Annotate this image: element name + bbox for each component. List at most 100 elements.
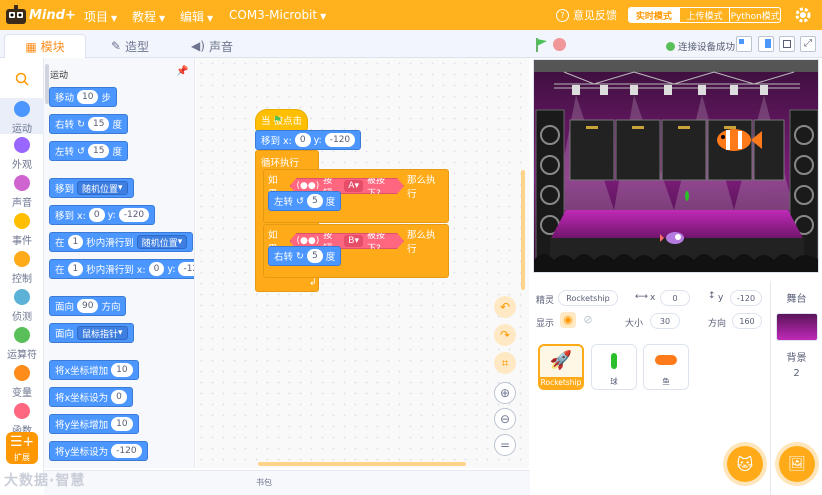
menu-project[interactable]: 项目 ▼ bbox=[84, 8, 117, 25]
number-input[interactable]: 1 bbox=[67, 235, 84, 249]
tab-blocks[interactable]: ▦ 模块 bbox=[4, 34, 86, 58]
number-input[interactable]: 15 bbox=[87, 117, 110, 131]
sprite-thumb-ball[interactable]: 球 bbox=[591, 344, 637, 390]
fullscreen-icon[interactable]: ⤢ bbox=[800, 36, 816, 52]
block-glide[interactable]: 在 1 秒内滑行到 随机位置 ▾ bbox=[49, 232, 194, 252]
dropdown[interactable]: A ▾ bbox=[344, 180, 363, 192]
block-turn-right[interactable]: 右转 ↻ 5 度 bbox=[268, 246, 342, 266]
zoom-out-icon[interactable]: ⊖ bbox=[494, 408, 516, 430]
number-input[interactable]: -120 bbox=[111, 444, 142, 458]
category-operators[interactable]: 运算符 bbox=[0, 327, 44, 361]
eye-hidden-icon[interactable]: ⊘ bbox=[580, 312, 596, 328]
block-glide-xy[interactable]: 在1秒内滑行到 x:0y:-12 bbox=[49, 259, 194, 279]
undo-icon[interactable]: ↶ bbox=[494, 296, 516, 318]
block-change-x[interactable]: 将x坐标增加 10 bbox=[49, 360, 139, 380]
block-goto-xy[interactable]: 移到 x: 0 y: -120 bbox=[49, 205, 156, 225]
number-input[interactable]: 1 bbox=[67, 262, 84, 276]
tab-sounds[interactable]: ◀) 声音 bbox=[172, 34, 252, 58]
crop-icon[interactable]: ⌗ bbox=[494, 352, 516, 374]
number-input[interactable]: 10 bbox=[111, 363, 133, 377]
normal-stage-icon[interactable] bbox=[758, 36, 774, 52]
zoom-reset-icon[interactable]: = bbox=[494, 434, 516, 456]
small-stage-icon[interactable] bbox=[736, 36, 752, 52]
feedback-button[interactable]: ? 意见反馈 bbox=[556, 7, 617, 23]
number-input[interactable]: 90 bbox=[77, 299, 99, 313]
add-backdrop-button[interactable]: 🖼 bbox=[779, 446, 815, 482]
extensions-button[interactable]: ☰+ 扩展 bbox=[6, 432, 38, 464]
mode-realtime[interactable]: 实时模式 bbox=[629, 8, 679, 22]
x-field[interactable]: 0 bbox=[660, 290, 690, 306]
number-input[interactable]: 0 bbox=[111, 390, 127, 404]
category-sound[interactable]: 声音 bbox=[0, 175, 44, 209]
pin-icon[interactable]: 📌 bbox=[176, 66, 188, 77]
block-goto-xy[interactable]: 移到 x: 0 y: -120 bbox=[255, 130, 362, 150]
sprite-thumb-rocketship[interactable]: 🚀 Rocketship bbox=[538, 344, 584, 390]
number-input[interactable]: 0 bbox=[294, 133, 311, 147]
add-sprite-button[interactable]: 🐱 bbox=[727, 446, 763, 482]
block-goto[interactable]: 移到 随机位置 ▾ bbox=[49, 178, 134, 198]
ball-sprite[interactable] bbox=[685, 191, 689, 201]
horizontal-scrollbar[interactable] bbox=[258, 462, 466, 466]
backpack-bar[interactable]: 书包 bbox=[44, 470, 530, 495]
stage-thumbnail[interactable] bbox=[775, 313, 818, 341]
size-field[interactable]: 30 bbox=[650, 313, 680, 329]
y-field[interactable]: -120 bbox=[730, 290, 762, 306]
number-input[interactable]: 5 bbox=[306, 194, 323, 208]
chevron-down-icon: ▼ bbox=[159, 14, 166, 23]
search-icon[interactable] bbox=[14, 71, 30, 87]
eye-icon[interactable]: ◉ bbox=[560, 312, 576, 328]
rotate-left-icon: ↺ bbox=[77, 145, 85, 157]
number-input[interactable]: 5 bbox=[306, 249, 323, 263]
block-set-x[interactable]: 将x坐标设为 0 bbox=[49, 387, 133, 407]
dropdown[interactable]: 鼠标指针 ▾ bbox=[77, 326, 128, 340]
number-input[interactable]: 10 bbox=[111, 417, 133, 431]
category-sensing[interactable]: 侦测 bbox=[0, 289, 44, 323]
category-looks[interactable]: 外观 bbox=[0, 137, 44, 171]
tab-costumes[interactable]: ✎ 造型 bbox=[90, 34, 170, 58]
block-turn-left[interactable]: 左转 ↺ 5 度 bbox=[268, 191, 342, 211]
menu-tutorial[interactable]: 教程 ▼ bbox=[132, 8, 165, 25]
green-flag-icon[interactable] bbox=[534, 37, 550, 53]
mode-python[interactable]: Python模式 bbox=[729, 8, 780, 22]
block-turn-left[interactable]: 左转 ↺ 15 度 bbox=[49, 141, 128, 161]
menu-edit[interactable]: 编辑 ▼ bbox=[180, 8, 213, 25]
number-input[interactable]: -12 bbox=[178, 262, 194, 276]
watermark: 大数据·智慧 bbox=[4, 473, 86, 489]
category-control[interactable]: 控制 bbox=[0, 251, 44, 285]
palette-title: 运动 bbox=[50, 71, 69, 81]
block-set-y[interactable]: 将y坐标设为 -120 bbox=[49, 441, 148, 461]
zoom-in-icon[interactable]: ⊕ bbox=[494, 382, 516, 404]
menu-device[interactable]: COM3-Microbit ▼ bbox=[229, 8, 326, 22]
number-input[interactable]: -120 bbox=[118, 208, 150, 222]
category-variables[interactable]: 变量 bbox=[0, 365, 44, 399]
number-input[interactable]: -120 bbox=[324, 133, 356, 147]
category-events[interactable]: 事件 bbox=[0, 213, 44, 247]
block-turn-right[interactable]: 右转 ↻ 15 度 bbox=[49, 114, 128, 134]
dropdown[interactable]: B ▾ bbox=[344, 235, 363, 247]
sprite-thumb-fish[interactable]: 鱼 bbox=[643, 344, 689, 390]
block-point-direction[interactable]: 面向 90 方向 bbox=[49, 296, 127, 316]
large-stage-icon[interactable] bbox=[779, 36, 795, 52]
microbit-icon: (●●) bbox=[296, 181, 320, 191]
category-menu: 运动 外观 声音 事件 控制 侦测 运算符 变量 函数 bbox=[0, 58, 44, 478]
stop-icon[interactable] bbox=[553, 38, 566, 51]
mode-upload[interactable]: 上传模式 bbox=[678, 8, 730, 22]
script-area[interactable]: 当 被点击 ⚑ 移到 x:0y:-120 循环执行 ↲ 如果 (●●)按钮A ▾… bbox=[196, 58, 529, 468]
block-move-steps[interactable]: 移动 10 步 bbox=[49, 87, 117, 107]
stage-canvas[interactable] bbox=[533, 59, 819, 273]
dropdown[interactable]: 随机位置 ▾ bbox=[77, 181, 128, 195]
category-motion[interactable]: 运动 bbox=[0, 98, 44, 135]
dropdown[interactable]: 随机位置 ▾ bbox=[136, 235, 188, 249]
redo-icon[interactable]: ↷ bbox=[494, 324, 516, 346]
block-point-towards[interactable]: 面向 鼠标指针 ▾ bbox=[49, 323, 134, 343]
block-change-y[interactable]: 将y坐标增加 10 bbox=[49, 414, 139, 434]
number-input[interactable]: 10 bbox=[77, 90, 99, 104]
number-input[interactable]: 0 bbox=[148, 262, 165, 276]
block-when-flag-clicked[interactable]: 当 被点击 ⚑ bbox=[255, 109, 309, 131]
number-input[interactable]: 15 bbox=[87, 144, 110, 158]
gear-icon[interactable] bbox=[794, 6, 812, 24]
vertical-scrollbar[interactable] bbox=[521, 170, 525, 290]
number-input[interactable]: 0 bbox=[88, 208, 105, 222]
sprite-name-field[interactable]: Rocketship bbox=[558, 290, 618, 306]
direction-field[interactable]: 160 bbox=[732, 313, 762, 329]
